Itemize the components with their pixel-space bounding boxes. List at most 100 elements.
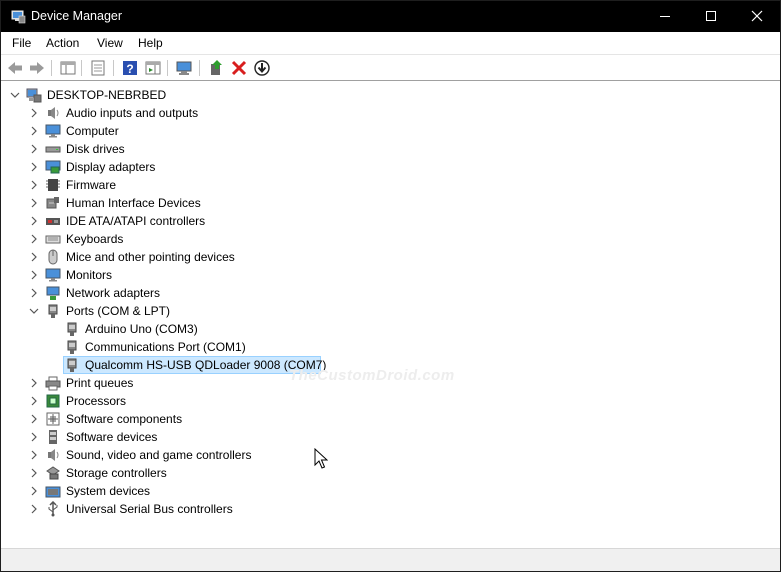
action-pane-icon[interactable]: [144, 59, 162, 77]
tree-category-label: Display adapters: [66, 160, 156, 174]
svg-text:?: ?: [126, 62, 133, 76]
display-adapter-icon: [45, 160, 61, 174]
chevron-right-icon[interactable]: [28, 251, 40, 263]
toolbar-separator: [113, 60, 114, 76]
chevron-right-icon[interactable]: [28, 269, 40, 281]
tree-category-label: Monitors: [66, 268, 113, 282]
menu-view[interactable]: View: [97, 36, 123, 50]
scan-hardware-icon[interactable]: [175, 59, 193, 77]
toolbar: ?: [1, 54, 780, 81]
tree-category-item[interactable]: Software components: [1, 410, 761, 428]
chevron-right-icon[interactable]: [28, 449, 40, 461]
chevron-right-icon[interactable]: [28, 143, 40, 155]
tree-category-label: Storage controllers: [66, 466, 167, 480]
chevron-right-icon[interactable]: [28, 161, 40, 173]
menu-file[interactable]: File: [12, 36, 31, 50]
tree-device-item[interactable]: Communications Port (COM1): [1, 338, 761, 356]
chevron-right-icon[interactable]: [28, 431, 40, 443]
tree-category-item[interactable]: System devices: [1, 482, 761, 500]
tree-category-item[interactable]: Network adapters: [1, 284, 761, 302]
tree-category-item[interactable]: Universal Serial Bus controllers: [1, 500, 761, 518]
help-icon[interactable]: ?: [121, 59, 139, 77]
chevron-down-icon[interactable]: [28, 305, 40, 317]
tree-root[interactable]: DESKTOP-NEBRBED: [1, 86, 761, 104]
tree-category-label: Processors: [66, 394, 127, 408]
toolbar-separator: [51, 60, 52, 76]
menu-action[interactable]: Action: [46, 36, 79, 50]
tree-category-item[interactable]: Human Interface Devices: [1, 194, 761, 212]
tree-category-label: System devices: [66, 484, 151, 498]
speaker-icon: [48, 449, 59, 461]
device-manager-icon: [11, 10, 26, 24]
tree-category-label: Audio inputs and outputs: [66, 106, 199, 120]
firmware-chip-icon: [46, 179, 60, 191]
close-button[interactable]: [734, 1, 780, 32]
port-icon: [67, 340, 77, 354]
minimize-icon: [660, 16, 670, 17]
tree-device-item[interactable]: Arduino Uno (COM3): [1, 320, 761, 338]
disk-drive-icon: [45, 146, 61, 153]
speaker-icon: [48, 107, 59, 119]
tree-category-item[interactable]: Computer: [1, 122, 761, 140]
device-tree: DESKTOP-NEBRBED Audio inputs and outputs C…: [1, 82, 780, 548]
tree-category-item[interactable]: Audio inputs and outputs: [1, 104, 761, 122]
chevron-right-icon[interactable]: [28, 503, 40, 515]
uninstall-device-icon[interactable]: [230, 59, 248, 77]
tree-category-item[interactable]: Storage controllers: [1, 464, 761, 482]
tree-category-item[interactable]: Monitors: [1, 266, 761, 284]
chevron-right-icon[interactable]: [28, 377, 40, 389]
chevron-right-icon[interactable]: [28, 467, 40, 479]
computer-icon: [45, 124, 61, 138]
toolbar-separator: [199, 60, 200, 76]
tree-category-label: Print queues: [66, 376, 134, 390]
chevron-right-icon[interactable]: [28, 395, 40, 407]
chevron-right-icon[interactable]: [28, 287, 40, 299]
title-bar[interactable]: Device Manager: [1, 1, 780, 32]
tree-category-item[interactable]: Mice and other pointing devices: [1, 248, 761, 266]
menu-help[interactable]: Help: [138, 36, 163, 50]
tree-category-item[interactable]: Processors: [1, 392, 761, 410]
update-driver-icon[interactable]: [207, 59, 225, 77]
minimize-button[interactable]: [642, 1, 688, 32]
toolbar-separator: [167, 60, 168, 76]
chevron-right-icon[interactable]: [28, 413, 40, 425]
tree-category-item[interactable]: Sound, video and game controllers: [1, 446, 761, 464]
tree-category-label: Software devices: [66, 430, 158, 444]
disable-device-icon[interactable]: [253, 59, 271, 77]
chevron-right-icon[interactable]: [28, 197, 40, 209]
chevron-right-icon[interactable]: [28, 233, 40, 245]
tree-category-label: Sound, video and game controllers: [66, 448, 252, 462]
software-device-icon: [49, 430, 57, 444]
storage-controller-icon: [46, 466, 60, 480]
tree-category-item[interactable]: Keyboards: [1, 230, 761, 248]
tree-category-label: Keyboards: [66, 232, 124, 246]
network-adapter-icon: [46, 286, 60, 300]
chevron-right-icon[interactable]: [28, 215, 40, 227]
show-hide-console-tree-icon[interactable]: [59, 59, 77, 77]
close-icon: [751, 10, 763, 22]
toolbar-separator: [81, 60, 82, 76]
system-device-icon: [45, 486, 61, 498]
tree-category-item[interactable]: Ports (COM & LPT): [1, 302, 761, 320]
back-arrow-icon[interactable]: [6, 59, 24, 77]
tree-category-item[interactable]: IDE ATA/ATAPI controllers: [1, 212, 761, 230]
watermark: TheCustomDroid.com: [289, 367, 455, 384]
chevron-right-icon[interactable]: [28, 125, 40, 137]
maximize-button[interactable]: [688, 1, 734, 32]
properties-icon[interactable]: [89, 59, 107, 77]
tree-category-item[interactable]: Software devices: [1, 428, 761, 446]
port-icon: [67, 358, 77, 372]
chevron-down-icon[interactable]: [9, 89, 21, 101]
chevron-right-icon[interactable]: [28, 485, 40, 497]
software-component-icon: [46, 412, 60, 426]
forward-arrow-icon[interactable]: [28, 59, 46, 77]
port-icon: [48, 304, 58, 318]
computer-root-icon: [26, 88, 42, 103]
tree-category-label: Network adapters: [66, 286, 161, 300]
tree-category-item[interactable]: Firmware: [1, 176, 761, 194]
window-title: Device Manager: [31, 9, 123, 23]
chevron-right-icon[interactable]: [28, 107, 40, 119]
tree-category-item[interactable]: Disk drives: [1, 140, 761, 158]
chevron-right-icon[interactable]: [28, 179, 40, 191]
tree-category-item[interactable]: Display adapters: [1, 158, 761, 176]
